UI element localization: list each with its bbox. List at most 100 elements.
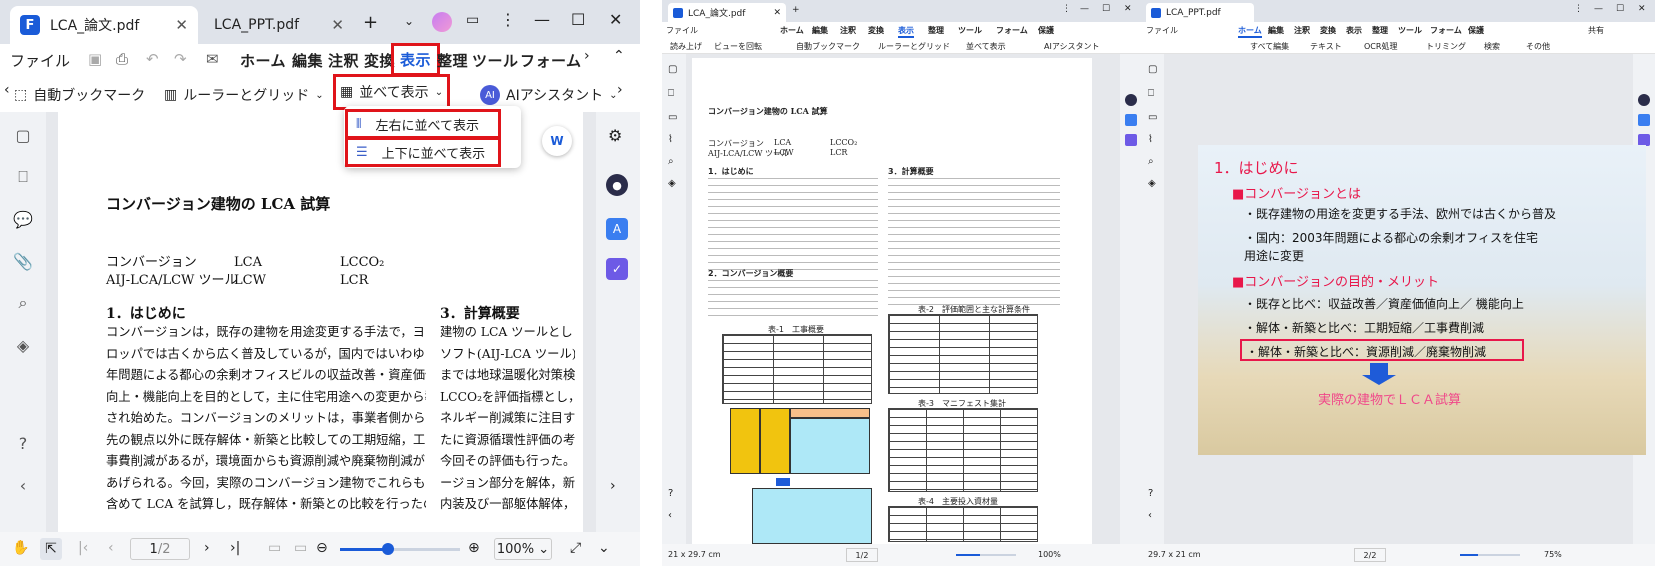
auto-bookmark-button[interactable]: 自動ブックマーク [796,41,860,52]
page-input[interactable]: 1/2 [130,538,190,560]
window-close-icon[interactable]: ✕ [1124,4,1132,14]
minimize-icon[interactable]: — [534,10,550,29]
tab-lca-paper[interactable]: F LCA_論文.pdf ✕ [10,6,198,44]
translate-icon[interactable]: A [606,218,628,240]
zoom-select[interactable]: 100% ⌄ [494,538,552,560]
search-icon[interactable]: ⌕ [668,156,674,167]
attachment-icon[interactable]: 📎 [12,250,34,272]
ai-bot-icon[interactable] [1638,94,1650,106]
menu-form[interactable]: フォーム [996,25,1028,36]
help-icon[interactable]: ? [668,488,673,499]
feedback-icon[interactable]: ▭ [466,12,479,28]
share-button[interactable]: 共有 [1588,25,1604,36]
read-aloud-button[interactable]: 読み上げ [670,41,702,52]
arrange-button[interactable]: ▦ 並べて表示 ⌄ [332,74,451,110]
hand-tool-icon[interactable]: ✋ [12,540,29,556]
menu-view[interactable]: 表示 [1346,25,1362,36]
search-button[interactable]: 検索 [1484,41,1500,52]
menu-edit[interactable]: 編集 [292,50,323,71]
maximize-icon[interactable]: ☐ [1102,4,1110,14]
rotate-view-button[interactable]: ビューを回転 [714,41,762,52]
edit-all-button[interactable]: すべて編集 [1250,41,1289,52]
top-bottom-option[interactable]: ☰ 上下に並べて表示 [345,137,501,167]
more-button[interactable]: その他 [1526,41,1550,52]
menu-file[interactable]: ファイル [10,50,70,71]
more-icon[interactable]: ⋮ [1574,4,1583,14]
prev-page-icon[interactable]: ‹ [108,540,114,556]
menu-home[interactable]: ホーム [1238,25,1262,38]
new-tab-icon[interactable]: + [363,12,378,33]
menu-protect[interactable]: 保護 [1468,25,1484,36]
zoom-value[interactable]: 100% [1038,550,1061,559]
layers-icon[interactable]: ◈ [668,178,676,189]
zoom-slider-handle[interactable] [382,543,394,555]
page-thumbnail-icon[interactable]: ▢ [668,64,677,75]
tab-lca-paper[interactable]: LCA_論文.pdf ✕ [668,3,786,22]
menu-convert[interactable]: 変換 [1320,25,1336,36]
last-page-icon[interactable]: ›| [230,540,240,556]
tab-lca-ppt[interactable]: LCA_PPT.pdf ✕ [204,6,354,44]
menu-annotate[interactable]: 注釈 [328,50,359,71]
menu-home[interactable]: ホーム [240,50,286,71]
new-tab-icon[interactable]: + [792,5,800,15]
window-close-icon[interactable]: ✕ [1638,4,1646,14]
menu-annotate[interactable]: 注釈 [840,25,856,36]
translate-icon[interactable] [1125,114,1137,126]
chevron-up-icon[interactable]: ⌃ [613,48,625,64]
text-button[interactable]: テキスト [1310,41,1342,52]
ai-bot-icon[interactable]: ● [606,174,628,196]
collapse-icon[interactable]: ‹ [668,510,672,521]
arrange-button[interactable]: 並べて表示 [966,41,1006,52]
ocr-button[interactable]: OCR処理 [1364,41,1397,52]
menu-organize[interactable]: 整理 [1372,25,1388,36]
menu-edit[interactable]: 編集 [812,25,828,36]
mail-icon[interactable]: ✉ [206,50,219,68]
maximize-icon[interactable]: ☐ [1616,4,1624,14]
bookmark-icon[interactable]: ⎕ [1148,88,1154,99]
bookmark-icon[interactable]: ⎕ [12,166,34,188]
menu-organize[interactable]: 整理 [928,25,944,36]
page-thumbnail-icon[interactable]: ▢ [12,124,34,146]
translate-word-icon[interactable]: W [542,126,572,156]
menu-view[interactable]: 表示 [898,25,914,38]
menu-tools[interactable]: ツール [958,25,982,36]
auto-bookmark-button[interactable]: ⬚ 自動ブックマーク [14,82,145,108]
menu-organize[interactable]: 整理 [437,50,468,71]
menu-convert[interactable]: 変換 [868,25,884,36]
rotate-icon[interactable]: ▭ [294,540,307,556]
redo-icon[interactable]: ↷ [174,50,187,68]
print-icon[interactable]: ⎙ [116,50,128,68]
minimize-icon[interactable]: — [1080,4,1089,14]
collapse-icon[interactable]: ‹ [1148,510,1152,521]
help-icon[interactable]: ? [12,432,34,454]
scroll-mode-icon[interactable]: ⌄ [598,540,610,556]
close-icon[interactable]: ✕ [331,16,344,34]
close-icon[interactable]: ✕ [175,16,188,34]
chevron-right-icon[interactable]: › [610,478,616,494]
menu-file[interactable]: ファイル [1146,25,1178,36]
menu-form[interactable]: フォーム [520,50,582,71]
crop-button[interactable]: トリミング [1426,41,1466,52]
menu-protect[interactable]: 保護 [1038,25,1054,36]
comment-icon[interactable]: ▭ [668,112,677,123]
minimize-icon[interactable]: — [1594,4,1603,14]
translate-icon[interactable] [1638,114,1650,126]
more-icon[interactable]: ⋮ [500,10,516,29]
side-by-side-option[interactable]: ⫴ 左右に並べて表示 [345,109,501,139]
ruler-grid-button[interactable]: ▥ ルーラーとグリッド ⌄ [164,82,324,108]
first-page-icon[interactable]: |‹ [78,540,88,556]
zoom-out-icon[interactable]: ⊖ [316,540,328,556]
fit-page-icon[interactable]: ⤢ [570,540,581,556]
ai-assistant-button[interactable]: AIアシスタント [1044,41,1100,52]
chevron-down-icon[interactable]: ⌄ [404,14,414,28]
next-page-icon[interactable]: › [204,540,210,556]
ruler-grid-button[interactable]: ルーラーとグリッド [878,41,950,52]
ai-bot-icon[interactable] [1125,94,1137,106]
maximize-icon[interactable]: ☐ [571,10,585,29]
zoom-value[interactable]: 75% [1544,550,1562,559]
close-icon[interactable]: ✕ [773,8,781,18]
save-icon[interactable]: ▣ [88,50,102,68]
attachment-icon[interactable]: ⌇ [668,134,673,145]
chevron-right-icon[interactable]: › [617,82,623,98]
check-icon[interactable] [1125,134,1137,146]
